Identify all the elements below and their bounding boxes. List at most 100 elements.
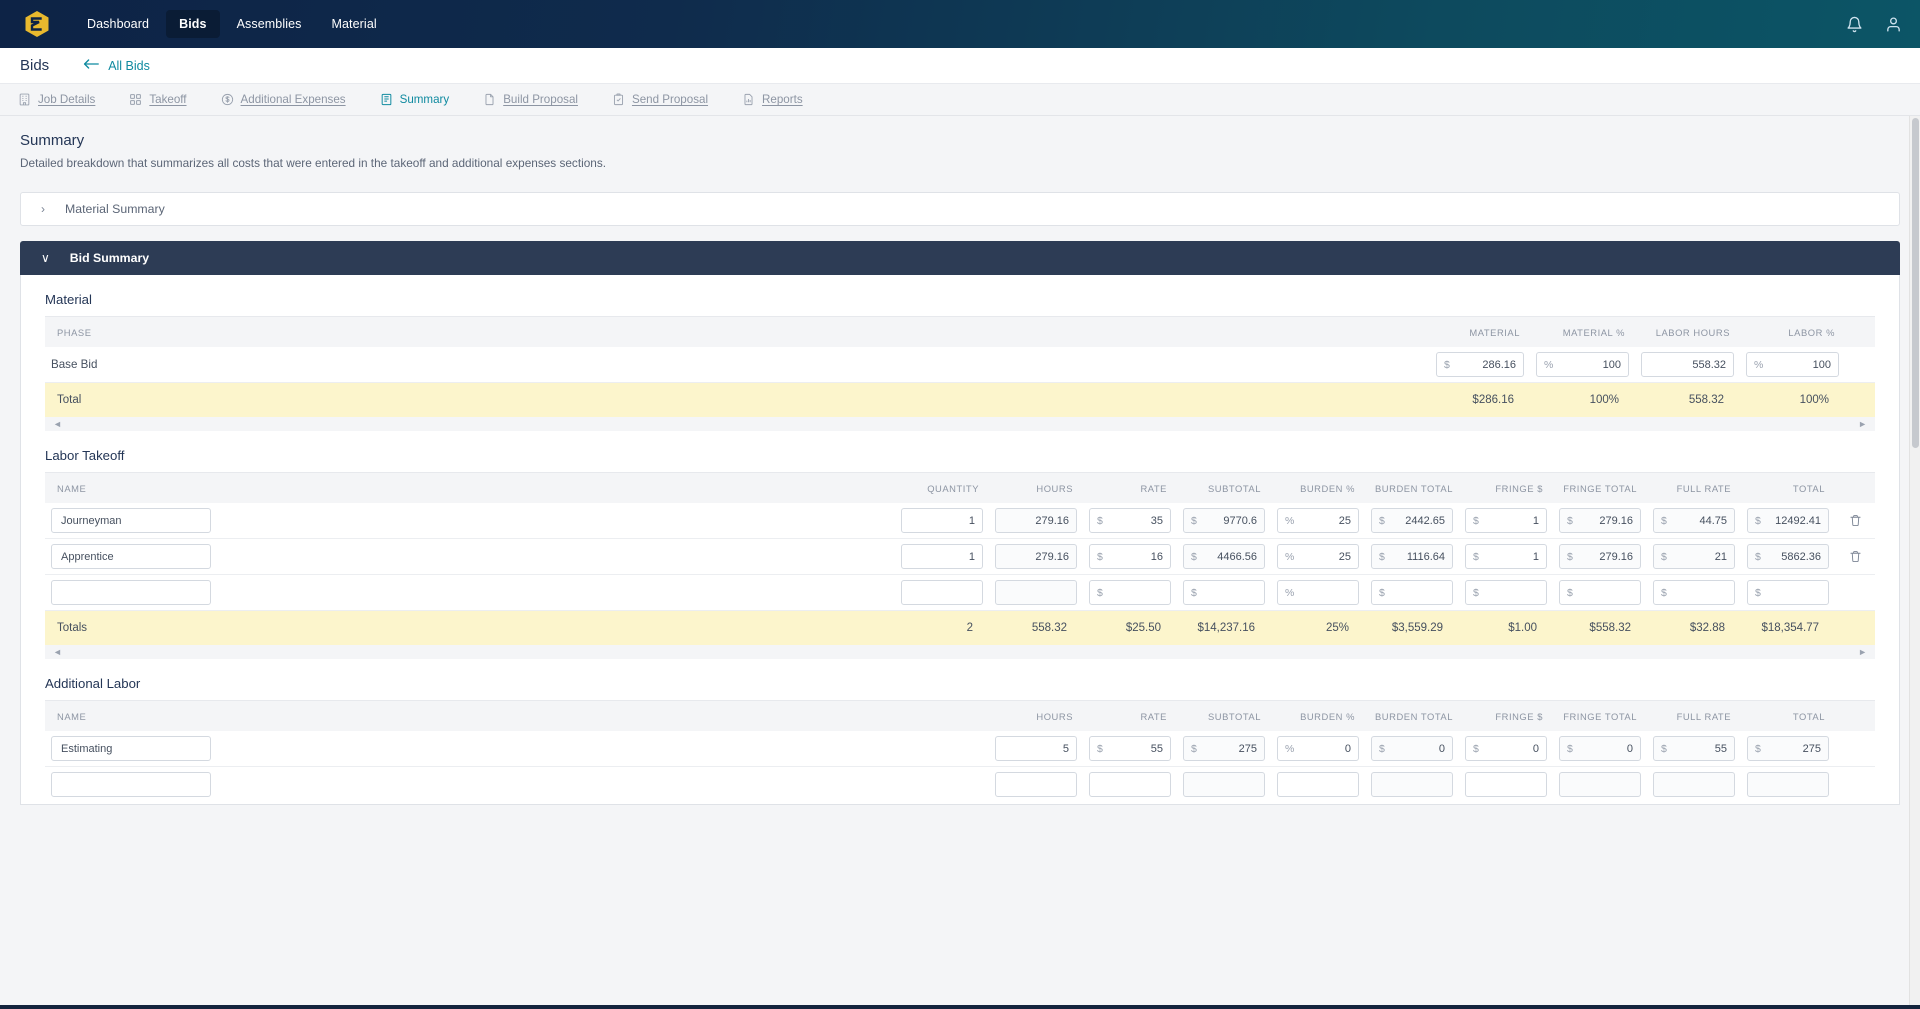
labor-full-rate-input[interactable]: $44.75 <box>1653 508 1735 533</box>
labor-totals-total: $18,354.77 <box>1741 610 1835 645</box>
page-vertical-scrollbar[interactable] <box>1909 116 1920 1009</box>
nav-item-bids[interactable]: Bids <box>166 10 220 38</box>
tab-label-takeoff: Takeoff <box>149 93 187 106</box>
additional-labor-rate-input-next[interactable] <box>1089 772 1171 797</box>
additional-labor-fringe-total-input-next[interactable] <box>1559 772 1641 797</box>
page-scroll-thumb[interactable] <box>1912 118 1919 448</box>
col-fringe-total: FRINGE TOTAL <box>1553 473 1647 503</box>
labor-subtotal-input-new[interactable]: $ <box>1183 580 1265 605</box>
material-section-heading: Material <box>45 292 1875 317</box>
percent-prefix: % <box>1285 550 1295 563</box>
nav-item-dashboard[interactable]: Dashboard <box>74 10 162 38</box>
trash-icon[interactable] <box>1841 550 1869 563</box>
labor-hours-input[interactable]: 279.16 <box>995 544 1077 569</box>
labor-hours-input-new[interactable] <box>995 580 1077 605</box>
col-phase: PHASE <box>45 317 1430 347</box>
labor-total-input[interactable]: $5862.36 <box>1747 544 1829 569</box>
trash-icon[interactable] <box>1841 514 1869 527</box>
labor-burden-total-input[interactable]: $1116.64 <box>1371 544 1453 569</box>
labor-fringe-input-new[interactable]: $ <box>1465 580 1547 605</box>
additional-labor-fringe-input[interactable]: $0 <box>1465 736 1547 761</box>
scroll-left-arrow-icon[interactable]: ◄ <box>53 647 62 657</box>
additional-labor-fringe-input-next[interactable] <box>1465 772 1547 797</box>
additional-labor-subtotal-input-next[interactable] <box>1183 772 1265 797</box>
labor-full-rate-input[interactable]: $21 <box>1653 544 1735 569</box>
additional-labor-burden-percent-value: 0 <box>1344 742 1351 755</box>
additional-labor-fringe-total-input[interactable]: $0 <box>1559 736 1641 761</box>
material-table-horizontal-scrollbar[interactable]: ◄ ► <box>45 417 1875 431</box>
labor-name-input[interactable]: Journeyman <box>51 508 211 533</box>
labor-totals-burden-percent: 25% <box>1271 610 1365 645</box>
labor-quantity-input[interactable]: 1 <box>901 544 983 569</box>
col-spacer <box>1845 317 1875 347</box>
tab-job-details[interactable]: Job Details <box>18 93 112 106</box>
additional-labor-full-rate-input-next[interactable] <box>1653 772 1735 797</box>
labor-total-input-new[interactable]: $ <box>1747 580 1829 605</box>
labor-name-input-new[interactable] <box>51 580 211 605</box>
labor-burden-percent-input-new[interactable]: % <box>1277 580 1359 605</box>
additional-labor-total-input[interactable]: $275 <box>1747 736 1829 761</box>
labor-quantity-input-new[interactable] <box>901 580 983 605</box>
tab-reports[interactable]: Reports <box>742 93 820 106</box>
labor-burden-percent-input[interactable]: % 25 <box>1277 508 1359 533</box>
accordion-label-material-summary: Material Summary <box>65 202 165 216</box>
labor-rate-input-new[interactable]: $ <box>1089 580 1171 605</box>
nav-item-material[interactable]: Material <box>318 10 389 38</box>
material-amount-input[interactable]: $286.16 <box>1436 352 1524 377</box>
hexagon-e-logo[interactable] <box>22 9 52 39</box>
col-labor-pct: LABOR % <box>1740 317 1845 347</box>
tab-summary[interactable]: Summary <box>380 93 467 106</box>
labor-burden-percent-input[interactable]: % 25 <box>1277 544 1359 569</box>
additional-labor-hours-input-next[interactable] <box>995 772 1077 797</box>
labor-takeoff-horizontal-scrollbar[interactable]: ◄ ► <box>45 645 1875 659</box>
labor-quantity-input[interactable]: 1 <box>901 508 983 533</box>
bell-icon[interactable] <box>1846 16 1863 33</box>
tab-send-proposal[interactable]: Send Proposal <box>612 93 725 106</box>
all-bids-back-link[interactable]: All Bids <box>83 58 150 73</box>
user-icon[interactable] <box>1885 16 1902 33</box>
additional-labor-burden-percent-input[interactable]: % 0 <box>1277 736 1359 761</box>
labor-percent-input[interactable]: % 100 <box>1746 352 1839 377</box>
nav-item-assemblies[interactable]: Assemblies <box>224 10 315 38</box>
additional-labor-burden-percent-input-next[interactable] <box>1277 772 1359 797</box>
labor-name-input[interactable]: Apprentice <box>51 544 211 569</box>
labor-burden-total-input[interactable]: $2442.65 <box>1371 508 1453 533</box>
scroll-right-arrow-icon[interactable]: ► <box>1858 647 1867 657</box>
accordion-material-summary[interactable]: › Material Summary <box>20 192 1900 226</box>
additional-labor-name-input[interactable]: Estimating <box>51 736 211 761</box>
labor-fringe-input[interactable]: $1 <box>1465 508 1547 533</box>
labor-fringe-input[interactable]: $1 <box>1465 544 1547 569</box>
scroll-right-arrow-icon[interactable]: ► <box>1858 419 1867 429</box>
additional-labor-hours-input[interactable]: 5 <box>995 736 1077 761</box>
labor-subtotal-input[interactable]: $4466.56 <box>1183 544 1265 569</box>
tab-build-proposal[interactable]: Build Proposal <box>483 93 595 106</box>
tab-additional-expenses[interactable]: Additional Expenses <box>221 93 363 106</box>
col-total: TOTAL <box>1741 701 1835 731</box>
additional-labor-name-input-next[interactable] <box>51 772 211 797</box>
additional-labor-full-rate-input[interactable]: $55 <box>1653 736 1735 761</box>
labor-quantity-value: 1 <box>968 514 975 527</box>
labor-fringe-total-input[interactable]: $279.16 <box>1559 508 1641 533</box>
labor-hours-value: 279.16 <box>1035 550 1069 563</box>
labor-subtotal-input[interactable]: $9770.6 <box>1183 508 1265 533</box>
labor-total-input[interactable]: $12492.41 <box>1747 508 1829 533</box>
scroll-left-arrow-icon[interactable]: ◄ <box>53 419 62 429</box>
labor-hours-input[interactable]: 558.32 <box>1641 352 1734 377</box>
labor-burden-total-input-new[interactable]: $ <box>1371 580 1453 605</box>
labor-fringe-total-input[interactable]: $279.16 <box>1559 544 1641 569</box>
additional-labor-burden-total-input[interactable]: $0 <box>1371 736 1453 761</box>
labor-hours-input[interactable]: 279.16 <box>995 508 1077 533</box>
labor-totals-quantity: 2 <box>895 610 989 645</box>
additional-labor-subtotal-input[interactable]: $275 <box>1183 736 1265 761</box>
labor-fringe-total-input-new[interactable]: $ <box>1559 580 1641 605</box>
labor-rate-input[interactable]: $16 <box>1089 544 1171 569</box>
additional-labor-burden-total-input-next[interactable] <box>1371 772 1453 797</box>
currency-prefix: $ <box>1567 586 1573 599</box>
additional-labor-total-input-next[interactable] <box>1747 772 1829 797</box>
labor-rate-input[interactable]: $35 <box>1089 508 1171 533</box>
material-percent-input[interactable]: % 100 <box>1536 352 1629 377</box>
accordion-bid-summary[interactable]: ∨ Bid Summary <box>20 241 1900 275</box>
additional-labor-rate-input[interactable]: $55 <box>1089 736 1171 761</box>
tab-takeoff[interactable]: Takeoff <box>129 93 203 106</box>
labor-full-rate-input-new[interactable]: $ <box>1653 580 1735 605</box>
